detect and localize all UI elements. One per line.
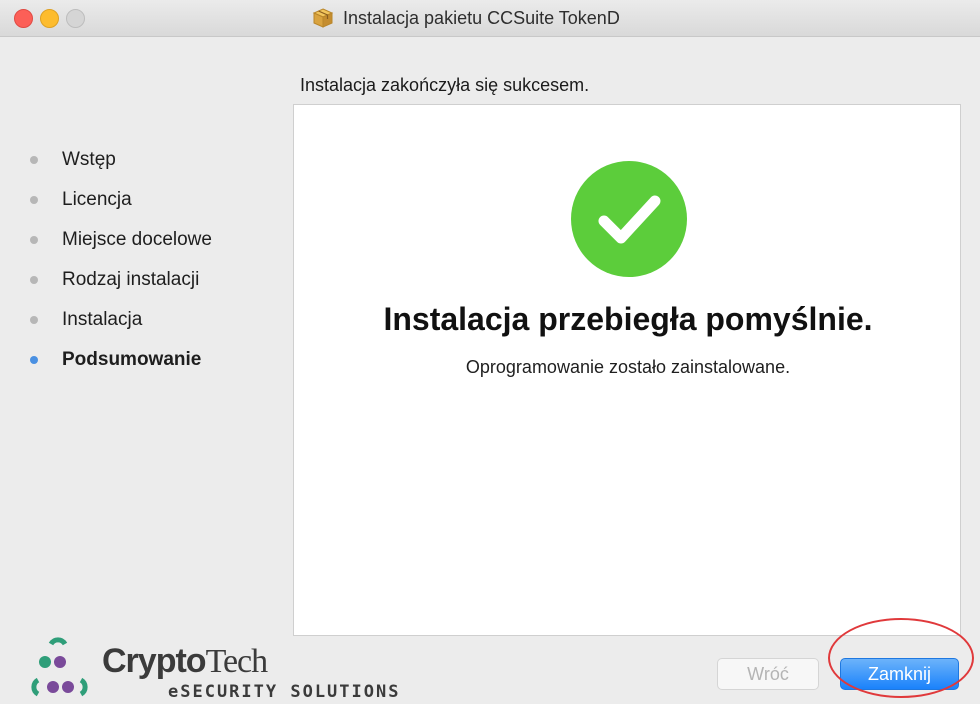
zoom-window-button bbox=[66, 9, 85, 28]
step-dot bbox=[30, 196, 38, 204]
step-intro: Wstęp bbox=[30, 140, 212, 180]
step-label: Instalacja bbox=[62, 309, 143, 330]
step-dot bbox=[30, 316, 38, 324]
step-installation-type: Rodzaj instalacji bbox=[30, 260, 212, 300]
back-button[interactable]: Wróć bbox=[717, 658, 819, 690]
installer-steps: Wstęp Licencja Miejsce docelowe Rodzaj i… bbox=[30, 140, 212, 380]
package-icon bbox=[312, 8, 334, 28]
close-window-button[interactable] bbox=[14, 9, 33, 28]
logo-brand-regular: Tech bbox=[205, 643, 269, 680]
step-dot bbox=[30, 236, 38, 244]
cryptotech-logo-mark-icon bbox=[31, 637, 88, 697]
step-label: Licencja bbox=[62, 189, 132, 210]
minimize-window-button[interactable] bbox=[40, 9, 59, 28]
content-panel: Instalacja przebiegła pomyślnie. Oprogra… bbox=[293, 104, 961, 636]
checkmark-success-icon bbox=[571, 161, 687, 277]
step-label: Podsumowanie bbox=[62, 349, 202, 370]
window-title: Instalacja pakietu CCSuite TokenD bbox=[312, 7, 620, 29]
step-dot-active bbox=[30, 356, 38, 364]
cryptotech-logo: CryptoTech eSECURITY SOLUTIONS bbox=[18, 634, 458, 704]
step-installation: Instalacja bbox=[30, 300, 212, 340]
logo-tagline: eSECURITY SOLUTIONS bbox=[168, 682, 401, 702]
step-label: Miejsce docelowe bbox=[62, 229, 212, 250]
success-title: Instalacja przebiegła pomyślnie. bbox=[383, 301, 873, 337]
success-subtitle: Oprogramowanie zostało zainstalowane. bbox=[465, 357, 791, 377]
step-dot bbox=[30, 156, 38, 164]
logo-brand-bold: Crypto bbox=[102, 642, 207, 680]
window-title-text: Instalacja pakietu CCSuite TokenD bbox=[343, 7, 620, 28]
step-summary: Podsumowanie bbox=[30, 340, 212, 380]
title-bar[interactable]: Instalacja pakietu CCSuite TokenD bbox=[0, 0, 980, 37]
logo-brand-name: CryptoTech bbox=[102, 642, 269, 681]
step-dot bbox=[30, 276, 38, 284]
step-label: Wstęp bbox=[62, 149, 116, 170]
step-destination: Miejsce docelowe bbox=[30, 220, 212, 260]
step-license: Licencja bbox=[30, 180, 212, 220]
close-button[interactable]: Zamknij bbox=[840, 658, 959, 690]
step-label: Rodzaj instalacji bbox=[62, 269, 200, 290]
content-header: Instalacja zakończyła się sukcesem. bbox=[300, 75, 590, 95]
